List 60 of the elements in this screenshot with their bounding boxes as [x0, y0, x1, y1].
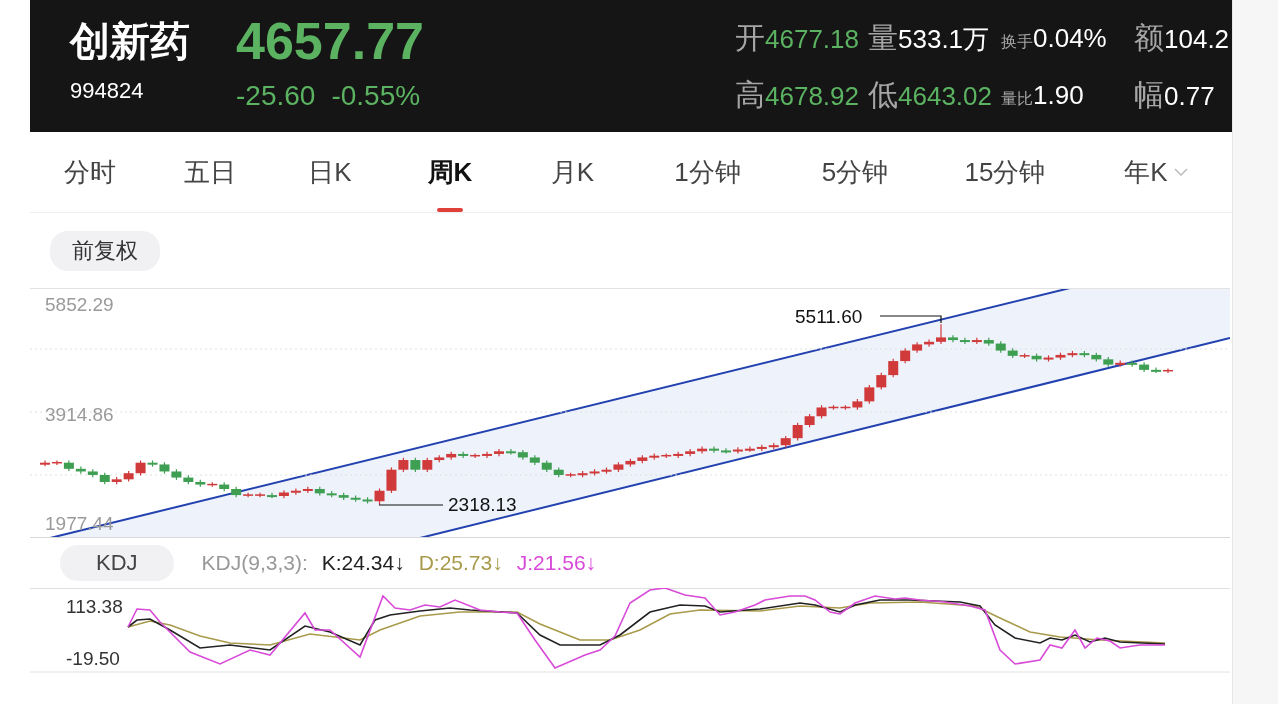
candlestick — [744, 445, 755, 453]
percent-change: -0.55% — [331, 80, 421, 112]
index-code: 994824 — [70, 78, 145, 104]
current-price: 4657.77 — [236, 11, 425, 71]
period-tab[interactable]: 年K — [1080, 132, 1232, 212]
candlestick — [936, 323, 947, 345]
candlestick — [290, 487, 301, 496]
stat-value: 4677.18 — [765, 23, 859, 55]
stat-value: 104.2 — [1164, 23, 1230, 55]
stat-label: 高 — [735, 76, 765, 113]
period-tab[interactable]: 15分钟 — [930, 132, 1080, 212]
period-tab[interactable]: 1分钟 — [635, 132, 780, 212]
stat-label: 额 — [1134, 19, 1164, 56]
leader-line — [378, 504, 444, 506]
stat-value: 1.90 — [1033, 79, 1084, 111]
candlestick — [720, 447, 731, 455]
indicator-value: J:21.56↓ — [516, 551, 597, 575]
indicator-button[interactable]: KDJ — [60, 545, 174, 581]
stat-label: 开 — [735, 19, 765, 56]
leader-line — [879, 315, 942, 324]
stat-value: 0.77 — [1164, 80, 1215, 112]
axis-label: 3914.86 — [45, 403, 114, 426]
candlestick — [732, 446, 743, 455]
adjustment-button[interactable]: 前复权 — [50, 230, 160, 271]
indicator-value: K:24.34↓ — [321, 551, 405, 575]
candlestick — [959, 337, 970, 345]
price-change: -25.60 — [236, 80, 316, 112]
period-tab[interactable]: 周K — [390, 132, 510, 212]
candlestick — [864, 384, 875, 405]
candlestick — [386, 466, 397, 494]
axis-label: 1977.44 — [45, 513, 114, 535]
candlestick — [709, 445, 720, 454]
stat-label: 量比 — [1001, 88, 1033, 109]
period-tab[interactable]: 五日 — [150, 132, 270, 212]
indicator-value: D:25.73↓ — [418, 551, 503, 575]
stat-value: 0.04% — [1033, 22, 1107, 54]
axis-label: -19.50 — [66, 648, 120, 670]
candlestick — [482, 451, 493, 459]
period-tab[interactable]: 5分钟 — [780, 132, 930, 212]
index-name: 创新药 — [70, 17, 191, 65]
candlestick — [458, 451, 469, 459]
axis-label: 113.38 — [66, 596, 123, 618]
indicator-params: KDJ(9,3,3): — [201, 551, 308, 575]
stat-label: 幅 — [1134, 76, 1164, 113]
period-tab[interactable]: 日K — [270, 132, 390, 212]
candlestick — [888, 358, 899, 378]
period-tab[interactable]: 月K — [510, 132, 635, 212]
stat-label: 换手 — [1001, 32, 1033, 52]
stat-value: 4678.92 — [765, 80, 859, 112]
high-price-label: 5511.60 — [795, 306, 863, 328]
stat-label: 量 — [868, 19, 898, 56]
candlestick — [1151, 366, 1162, 374]
stat-label: 低 — [868, 76, 898, 113]
stat-value: 533.1万 — [898, 22, 990, 56]
axis-label: 5852.29 — [45, 294, 114, 316]
candlestick — [40, 459, 50, 467]
stat-value: 4643.02 — [898, 80, 992, 112]
candlestick — [971, 337, 982, 345]
period-tab[interactable]: 分时 — [30, 132, 150, 212]
low-price-label: 2318.13 — [448, 494, 517, 516]
